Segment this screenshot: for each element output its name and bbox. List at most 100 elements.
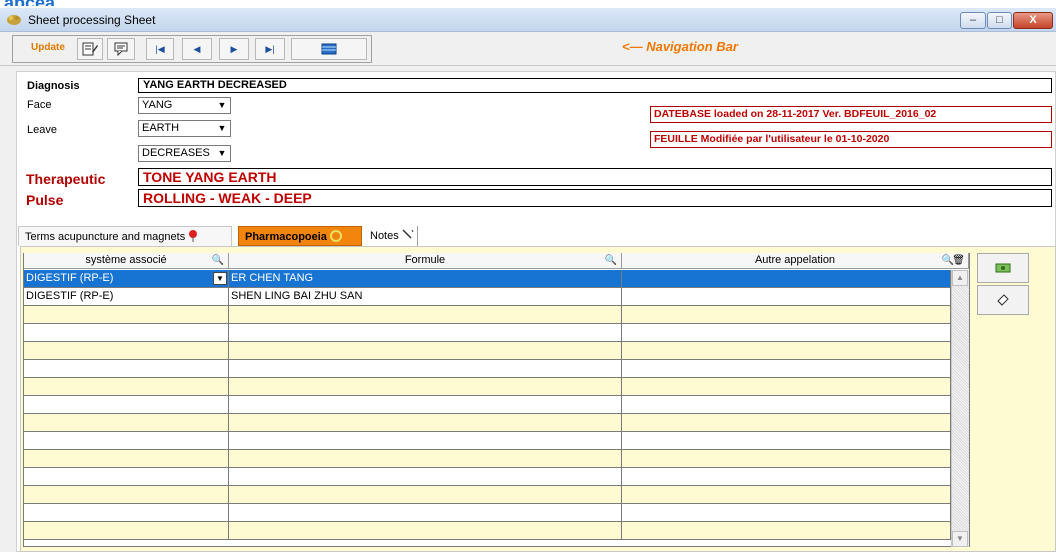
tab-terms-acupuncture[interactable]: Terms acupuncture and magnets bbox=[18, 226, 232, 246]
therapeutic-field[interactable]: TONE YANG EARTH bbox=[138, 168, 1052, 186]
table-cell[interactable] bbox=[622, 468, 951, 486]
table-cell[interactable] bbox=[24, 468, 229, 486]
comment-icon bbox=[114, 42, 128, 57]
table-cell[interactable] bbox=[622, 486, 951, 504]
table-cell[interactable] bbox=[622, 360, 951, 378]
table-cell[interactable] bbox=[24, 486, 229, 504]
tab-pharmacopoeia[interactable]: Pharmacopoeia bbox=[238, 226, 362, 246]
state-select[interactable]: DECREASES ▼ bbox=[138, 145, 231, 162]
table-cell[interactable] bbox=[622, 288, 951, 306]
diagnosis-label: Diagnosis bbox=[27, 80, 80, 92]
pen-icon bbox=[402, 229, 414, 239]
first-record-button[interactable]: |◀ bbox=[146, 38, 174, 60]
table-cell[interactable] bbox=[229, 522, 622, 540]
table-cell[interactable] bbox=[24, 504, 229, 522]
table-cell[interactable] bbox=[229, 378, 622, 396]
table-cell[interactable]: DIGESTIF (RP-E) bbox=[24, 288, 229, 306]
table-cell[interactable] bbox=[622, 450, 951, 468]
table-cell[interactable] bbox=[622, 432, 951, 450]
minimize-button[interactable]: – bbox=[960, 12, 986, 29]
column-header-systeme[interactable]: système associé 🔍 bbox=[24, 253, 229, 269]
table-cell[interactable] bbox=[622, 342, 951, 360]
table-cell[interactable] bbox=[24, 396, 229, 414]
table-cell[interactable] bbox=[229, 450, 622, 468]
update-button[interactable]: Update bbox=[31, 38, 73, 60]
vertical-scrollbar[interactable] bbox=[951, 270, 969, 547]
table-cell[interactable] bbox=[622, 504, 951, 522]
navigation-bar-label: <— Navigation Bar bbox=[622, 39, 738, 54]
table-cell[interactable] bbox=[24, 324, 229, 342]
table-cell[interactable] bbox=[24, 360, 229, 378]
table-cell[interactable]: DIGESTIF (RP-E) bbox=[24, 270, 229, 288]
table-cell[interactable] bbox=[24, 414, 229, 432]
search-icon[interactable]: 🔍 bbox=[605, 253, 617, 268]
table-cell[interactable] bbox=[622, 270, 951, 288]
column-header-label: Formule bbox=[404, 254, 446, 266]
table-cell[interactable] bbox=[622, 522, 951, 540]
scroll-down-icon[interactable]: ▼ bbox=[952, 531, 968, 547]
table-cell[interactable] bbox=[24, 432, 229, 450]
table-cell[interactable] bbox=[24, 450, 229, 468]
database-info: DATEBASE loaded on 28-11-2017 Ver. BDFEU… bbox=[650, 106, 1052, 123]
table-cell[interactable] bbox=[229, 504, 622, 522]
comment-icon-button[interactable] bbox=[107, 38, 135, 60]
add-formula-button[interactable] bbox=[977, 253, 1029, 283]
table-cell[interactable] bbox=[229, 414, 622, 432]
scroll-up-icon[interactable]: ▲ bbox=[952, 270, 968, 286]
table-cell[interactable] bbox=[229, 306, 622, 324]
pulse-label: Pulse bbox=[26, 192, 64, 208]
table-cell[interactable] bbox=[229, 342, 622, 360]
table-cell[interactable] bbox=[229, 324, 622, 342]
edit-icon bbox=[82, 42, 98, 56]
table-cell[interactable] bbox=[229, 486, 622, 504]
table-cell[interactable] bbox=[229, 468, 622, 486]
search-icon[interactable]: 🔍 bbox=[212, 253, 224, 268]
leave-select[interactable]: EARTH ▼ bbox=[138, 120, 231, 137]
grid-icon bbox=[321, 43, 337, 55]
eraser-icon bbox=[997, 294, 1009, 306]
close-button[interactable]: X bbox=[1013, 12, 1053, 29]
table-cell[interactable] bbox=[622, 306, 951, 324]
table-cell[interactable] bbox=[229, 432, 622, 450]
next-record-button[interactable]: ▶ bbox=[219, 38, 249, 60]
table-cell[interactable] bbox=[24, 522, 229, 540]
face-select[interactable]: YANG ▼ bbox=[138, 97, 231, 114]
trash-icon[interactable]: 🗑 bbox=[952, 253, 965, 268]
leave-label: Leave bbox=[27, 124, 57, 136]
chevron-down-icon[interactable]: ▼ bbox=[213, 272, 227, 285]
leave-select-value: EARTH bbox=[142, 122, 180, 134]
table-cell[interactable] bbox=[229, 360, 622, 378]
face-label: Face bbox=[27, 99, 52, 111]
table-cell[interactable] bbox=[24, 306, 229, 324]
pin-icon bbox=[189, 230, 198, 242]
table-cell[interactable] bbox=[622, 414, 951, 432]
table-cell[interactable] bbox=[622, 378, 951, 396]
edit-icon-button[interactable] bbox=[77, 38, 103, 60]
state-select-value: DECREASES bbox=[142, 147, 210, 159]
table-cell[interactable] bbox=[24, 342, 229, 360]
last-record-button[interactable]: ▶| bbox=[255, 38, 285, 60]
title-bar bbox=[0, 8, 1056, 32]
chevron-down-icon: ▼ bbox=[217, 148, 227, 158]
sheet-modified-info: FEUILLE Modifiée par l'utilisateur le 01… bbox=[650, 131, 1052, 148]
money-icon bbox=[995, 263, 1011, 273]
column-header-formule[interactable]: Formule 🔍 bbox=[229, 253, 622, 269]
chevron-down-icon: ▼ bbox=[217, 123, 227, 133]
tab-label: Notes bbox=[370, 230, 399, 242]
column-header-autre-appelation[interactable]: Autre appelation 🔍 🗑 bbox=[622, 253, 969, 269]
tab-notes[interactable]: Notes bbox=[364, 226, 418, 246]
diagnosis-field[interactable]: YANG EARTH DECREASED bbox=[138, 78, 1052, 93]
table-cell[interactable]: ER CHEN TANG bbox=[229, 270, 622, 288]
column-header-label: système associé bbox=[85, 254, 167, 266]
table-cell[interactable] bbox=[229, 396, 622, 414]
record-list-button[interactable] bbox=[291, 38, 367, 60]
clear-formula-button[interactable] bbox=[977, 285, 1029, 315]
maximize-button[interactable]: □ bbox=[987, 12, 1012, 29]
table-cell[interactable] bbox=[24, 378, 229, 396]
previous-record-button[interactable]: ◀ bbox=[182, 38, 212, 60]
pulse-field[interactable]: ROLLING - WEAK - DEEP bbox=[138, 189, 1052, 207]
tab-label: Terms acupuncture and magnets bbox=[25, 231, 186, 243]
table-cell[interactable] bbox=[622, 324, 951, 342]
table-cell[interactable]: SHEN LING BAI ZHU SAN bbox=[229, 288, 622, 306]
table-cell[interactable] bbox=[622, 396, 951, 414]
